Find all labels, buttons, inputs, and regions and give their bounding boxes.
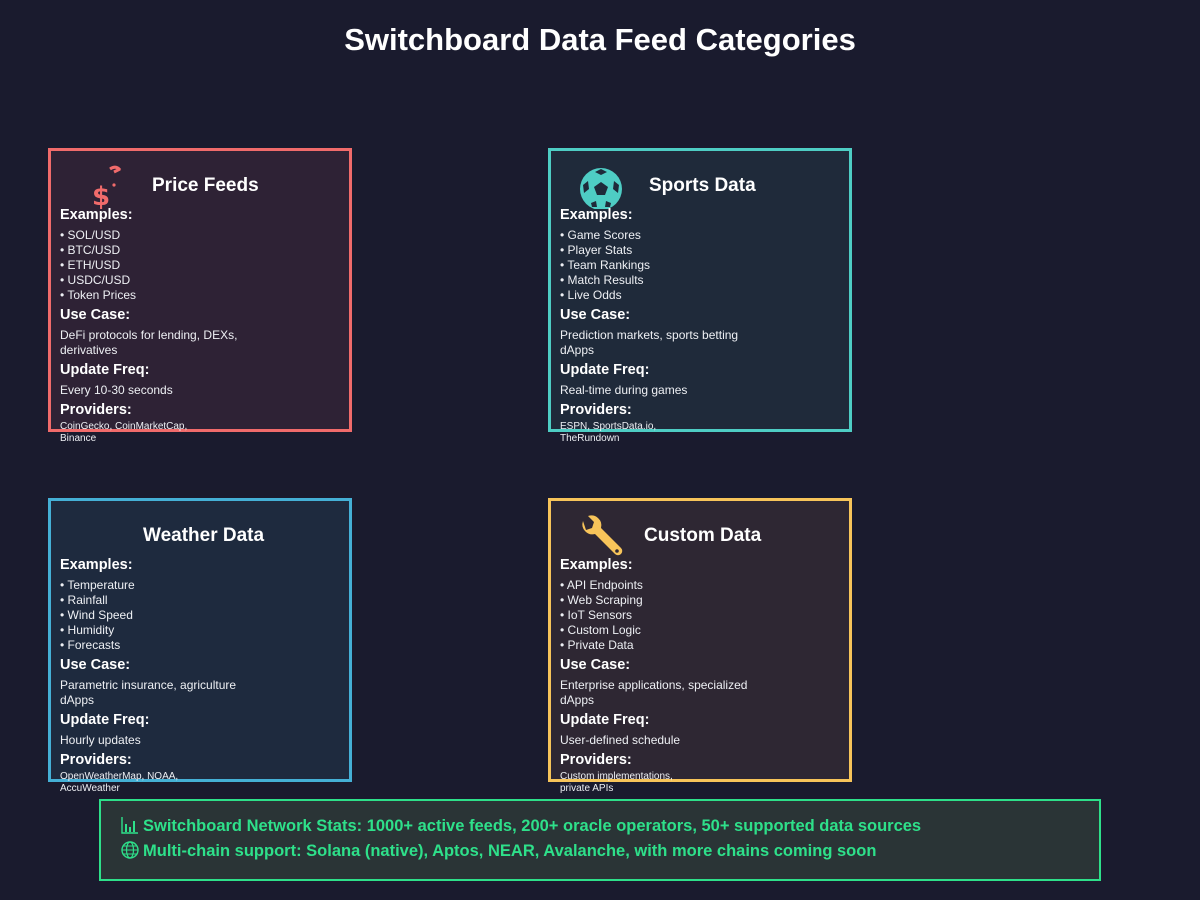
examples-list: • Game Scores • Player Stats • Team Rank… [560, 228, 850, 303]
card-title: Sports Data [649, 175, 756, 196]
page-title: Switchboard Data Feed Categories [344, 22, 856, 57]
list-item: • Match Results [560, 273, 644, 287]
examples-list: • API Endpoints • Web Scraping • IoT Sen… [560, 578, 850, 653]
card-body: Examples: • Temperature • Rainfall • Win… [60, 556, 350, 795]
soccer-ball-icon [577, 163, 627, 210]
card-price-feeds: $ Price Feeds Examples: • SOL/USD • BTC/… [48, 148, 352, 444]
update-freq-text: Hourly updates [60, 733, 141, 747]
card-title: Custom Data [644, 525, 762, 546]
list-item: • ETH/USD [60, 258, 121, 272]
wrench-icon [577, 513, 627, 559]
providers-text: ESPN, SportsData.io, TheRundown [560, 421, 657, 444]
card-weather-data: Weather Data Examples: • Temperature • R… [48, 498, 352, 794]
list-item: • Rainfall [60, 593, 108, 607]
list-item: • Web Scraping [560, 593, 643, 607]
list-item: • Team Rankings [560, 258, 651, 272]
card-header: Sports Data [551, 168, 851, 210]
card-header: $ Price Feeds [51, 165, 351, 212]
examples-list: • Temperature • Rainfall • Wind Speed • … [60, 578, 350, 653]
examples-heading: Examples: [60, 207, 133, 223]
providers-text: Custom implementations, private APIs [560, 771, 673, 794]
providers-heading: Providers: [560, 402, 632, 418]
card-body: Examples: • SOL/USD • BTC/USD • ETH/USD … [60, 206, 350, 445]
list-item: • Forecasts [60, 638, 121, 652]
list-item: • Token Prices [60, 288, 137, 302]
update-freq-text: Every 10-30 seconds [60, 383, 173, 397]
update-freq-heading: Update Freq: [560, 362, 650, 378]
examples-heading: Examples: [560, 557, 633, 573]
list-item: • IoT Sensors [560, 608, 633, 622]
list-item: • Game Scores [560, 228, 641, 242]
stats-line-feeds: Switchboard Network Stats: 1000+ active … [121, 815, 921, 837]
providers-heading: Providers: [60, 402, 132, 418]
card-title: Price Feeds [152, 175, 259, 196]
list-item: • Humidity [60, 623, 115, 637]
use-case-heading: Use Case: [60, 307, 131, 323]
money-bag-icon: $ [84, 163, 134, 212]
card-header: Custom Data [551, 515, 851, 556]
update-freq-heading: Update Freq: [60, 362, 150, 378]
use-case-text: Prediction markets, sports betting dApps [560, 328, 739, 357]
list-item: • Private Data [560, 638, 634, 652]
card-body: Examples: • Game Scores • Player Stats •… [560, 206, 850, 445]
bar-chart-icon [121, 817, 138, 834]
use-case-heading: Use Case: [560, 307, 631, 323]
providers-heading: Providers: [560, 752, 632, 768]
use-case-heading: Use Case: [560, 657, 631, 673]
card-header: Weather Data [51, 523, 351, 549]
globe-icon [121, 841, 139, 859]
use-case-text: DeFi protocols for lending, DEXs, deriva… [60, 328, 238, 357]
list-item: • API Endpoints [560, 578, 643, 592]
network-stats-panel: Switchboard Network Stats: 1000+ active … [99, 799, 1101, 881]
providers-text: CoinGecko, CoinMarketCap, Binance [60, 421, 188, 444]
svg-text:$: $ [92, 182, 110, 209]
list-item: • SOL/USD [60, 228, 121, 242]
card-custom-data: Custom Data Examples: • API Endpoints • … [548, 498, 852, 794]
list-item: • USDC/USD [60, 273, 131, 287]
list-item: • Player Stats [560, 243, 633, 257]
list-item: • Live Odds [560, 288, 622, 302]
use-case-text: Parametric insurance, agriculture dApps [60, 678, 237, 707]
update-freq-heading: Update Freq: [560, 712, 650, 728]
update-freq-text: Real-time during games [560, 383, 688, 397]
providers-text: OpenWeatherMap, NOAA, AccuWeather [60, 771, 179, 794]
card-title: Weather Data [143, 525, 265, 546]
list-item: • Wind Speed [60, 608, 133, 622]
list-item: • Temperature [60, 578, 135, 592]
use-case-text: Enterprise applications, specialized dAp… [560, 678, 748, 707]
stats-line-chains: Multi-chain support: Solana (native), Ap… [121, 840, 876, 862]
providers-heading: Providers: [60, 752, 132, 768]
examples-heading: Examples: [60, 557, 133, 573]
card-sports-data: Sports Data Examples: • Game Scores • Pl… [548, 148, 852, 444]
examples-list: • SOL/USD • BTC/USD • ETH/USD • USDC/USD… [60, 228, 350, 303]
update-freq-heading: Update Freq: [60, 712, 150, 728]
list-item: • BTC/USD [60, 243, 121, 257]
card-body: Examples: • API Endpoints • Web Scraping… [560, 556, 850, 795]
stats-text: Multi-chain support: Solana (native), Ap… [143, 842, 877, 860]
use-case-heading: Use Case: [60, 657, 131, 673]
stats-text: Switchboard Network Stats: 1000+ active … [143, 817, 922, 835]
examples-heading: Examples: [560, 207, 633, 223]
list-item: • Custom Logic [560, 623, 641, 637]
update-freq-text: User-defined schedule [560, 733, 681, 747]
